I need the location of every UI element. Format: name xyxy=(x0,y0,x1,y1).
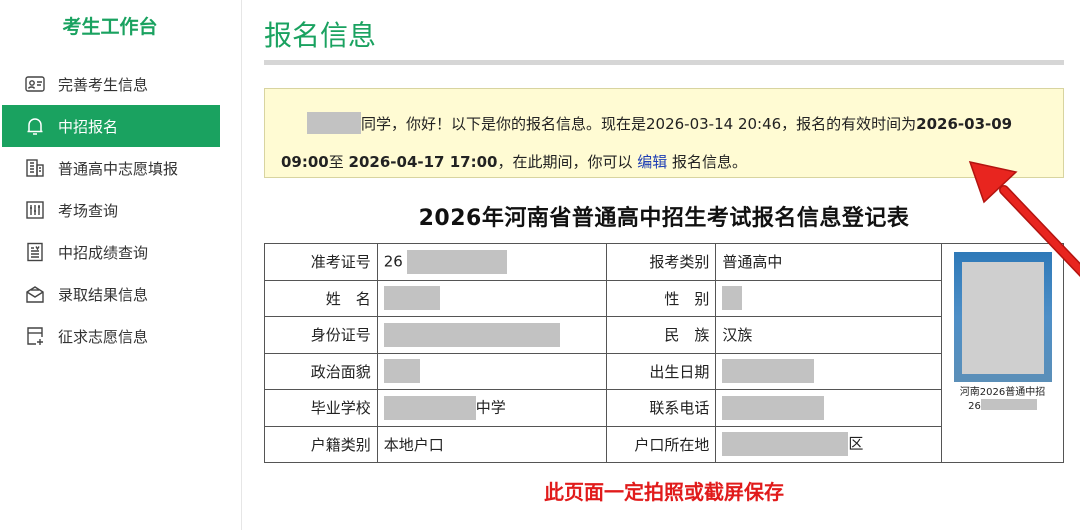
redacted-value xyxy=(383,359,420,384)
save-reminder: 此页面一定拍照或截屏保存 xyxy=(544,480,784,504)
value-graduate-school: 中学 xyxy=(376,389,607,427)
edit-link[interactable]: 编辑 xyxy=(637,153,667,171)
sidebar-item-complete-info[interactable]: 完善考生信息 xyxy=(0,63,242,105)
label-graduate-school: 毕业学校 xyxy=(264,389,378,427)
label-phone: 联系电话 xyxy=(605,389,717,427)
building-icon xyxy=(24,157,46,179)
photo-caption: 河南2026普通中招 26 xyxy=(950,386,1055,413)
photo-cell: 河南2026普通中招 26 xyxy=(941,243,1064,463)
page-title: 报名信息 xyxy=(264,19,377,52)
grid-list-icon xyxy=(24,199,46,221)
document-icon xyxy=(24,241,46,263)
sidebar-nav: 完善考生信息 中招报名 普通高中志愿填报 考场查询 中招成绩查询 录取结果信息 … xyxy=(0,63,242,357)
school-suffix: 中学 xyxy=(475,398,506,417)
sidebar-item-label: 征求志愿信息 xyxy=(58,327,149,346)
value-gender xyxy=(715,279,942,317)
form-plus-icon xyxy=(24,325,46,347)
value-household-type: 本地户口 xyxy=(376,425,607,463)
value-id-number xyxy=(376,316,607,354)
label-ethnicity: 民 族 xyxy=(605,316,717,354)
value-political-status xyxy=(376,352,607,390)
id-card-icon xyxy=(24,73,46,95)
sidebar-item-registration[interactable]: 中招报名 xyxy=(2,105,220,147)
registration-table: 准考证号 26 报考类别 普通高中 河南2026普通中招 26 姓 名 性 别 … xyxy=(264,243,1064,463)
sidebar-item-label: 普通高中志愿填报 xyxy=(58,159,179,178)
label-gender: 性 别 xyxy=(605,279,717,317)
notice-end-time: 2026-04-17 17:00 xyxy=(348,153,498,171)
value-exam-number: 26 xyxy=(376,243,607,281)
sidebar-title: 考生工作台 xyxy=(62,16,158,38)
table-row: 准考证号 26 报考类别 普通高中 河南2026普通中招 26 xyxy=(264,243,1064,463)
student-photo xyxy=(953,252,1052,382)
bell-icon xyxy=(24,115,46,137)
notice-to: 至 xyxy=(328,153,349,171)
value-household-location: 区 xyxy=(715,425,942,463)
value-ethnicity: 汉族 xyxy=(715,316,942,354)
sidebar-item-label: 中招成绩查询 xyxy=(58,243,149,262)
label-exam-number: 准考证号 xyxy=(264,243,378,281)
form-title: 2026年河南省普通高中招生考试报名信息登记表 xyxy=(418,206,910,231)
redacted-value xyxy=(722,286,743,311)
mail-icon xyxy=(24,283,46,305)
notice-during: ，在此期间，你可以 xyxy=(497,153,633,171)
label-id-number: 身份证号 xyxy=(264,316,378,354)
value-name xyxy=(376,279,607,317)
sidebar-item-label: 录取结果信息 xyxy=(58,285,149,304)
registration-notice: 同学，你好！以下是你的报名信息。现在是2026-03-14 20:46，报名的有… xyxy=(264,88,1064,178)
photo-caption-line1: 河南2026普通中招 xyxy=(959,387,1046,398)
label-name: 姓 名 xyxy=(264,279,378,317)
sidebar-item-score-query[interactable]: 中招成绩查询 xyxy=(0,231,242,273)
sidebar-item-label: 完善考生信息 xyxy=(58,75,149,94)
title-divider xyxy=(264,60,1064,65)
redacted-face xyxy=(961,262,1044,374)
sidebar-item-label: 考场查询 xyxy=(58,201,119,220)
notice-greeting: 同学，你好！以下是你的报名信息。现在是2026-03-14 20:46，报名的有… xyxy=(361,115,917,133)
redacted-value xyxy=(383,322,560,347)
exam-number-prefix: 26 xyxy=(383,252,403,271)
value-category: 普通高中 xyxy=(715,243,942,281)
label-category: 报考类别 xyxy=(605,243,717,281)
value-birth-date xyxy=(715,352,942,390)
redacted-value xyxy=(406,249,507,274)
district-suffix: 区 xyxy=(848,434,864,453)
sidebar-item-exam-room-query[interactable]: 考场查询 xyxy=(0,189,242,231)
sidebar: 考生工作台 完善考生信息 中招报名 普通高中志愿填报 考场查询 中招成绩查询 录… xyxy=(0,0,242,530)
value-phone xyxy=(715,389,942,427)
redacted-value xyxy=(383,286,440,311)
label-household-location: 户口所在地 xyxy=(605,425,717,463)
redacted-value xyxy=(383,395,476,420)
photo-caption-line2: 26 xyxy=(950,399,1055,413)
redacted-value xyxy=(980,399,1037,410)
sidebar-item-admission-result[interactable]: 录取结果信息 xyxy=(0,273,242,315)
label-birth-date: 出生日期 xyxy=(605,352,717,390)
label-political-status: 政治面貌 xyxy=(264,352,378,390)
redacted-value xyxy=(722,432,849,457)
redacted-value xyxy=(722,395,825,420)
sidebar-item-label: 中招报名 xyxy=(58,117,119,136)
redacted-value xyxy=(722,359,815,384)
notice-after-link: 报名信息。 xyxy=(672,153,748,171)
label-household-type: 户籍类别 xyxy=(264,425,378,463)
redacted-name xyxy=(307,112,361,134)
photo-caption-prefix: 26 xyxy=(968,401,981,412)
sidebar-item-high-school-choice[interactable]: 普通高中志愿填报 xyxy=(0,147,242,189)
sidebar-item-solicited-choice[interactable]: 征求志愿信息 xyxy=(0,315,242,357)
